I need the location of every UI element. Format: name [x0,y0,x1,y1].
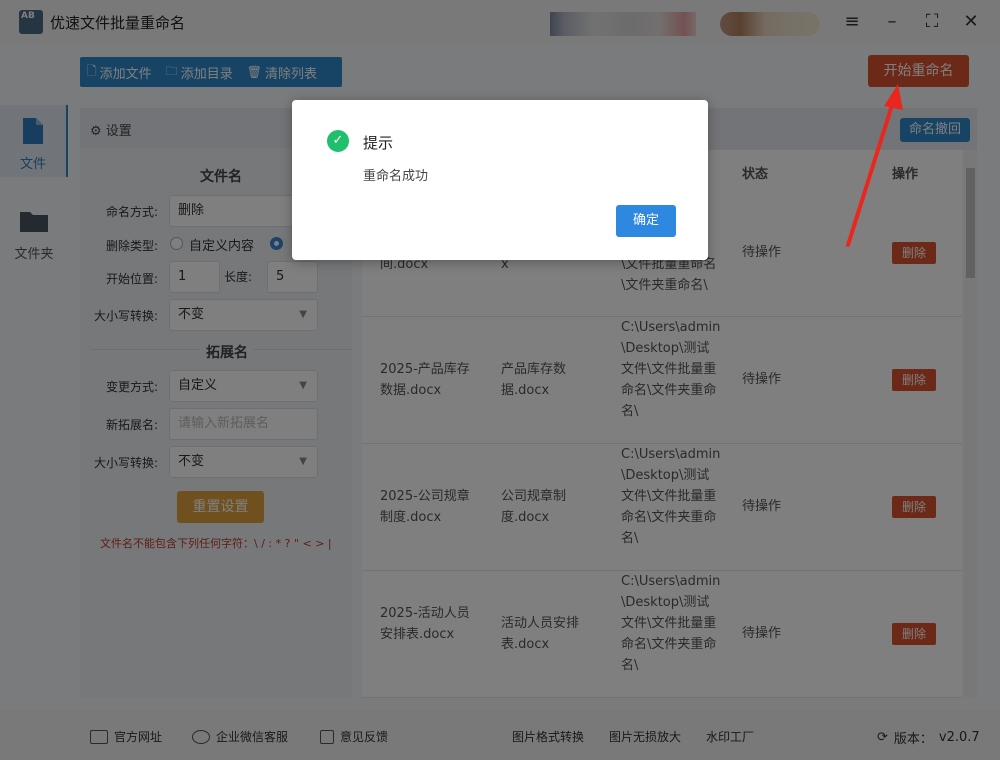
dialog-title: 提示 [363,134,394,152]
dialog-message: 重命名成功 [363,169,429,184]
check-circle-icon: ✓ [327,130,349,152]
ok-button[interactable]: 确定 [616,205,676,237]
success-dialog: ✓ 提示 重命名成功 确定 [292,100,708,260]
